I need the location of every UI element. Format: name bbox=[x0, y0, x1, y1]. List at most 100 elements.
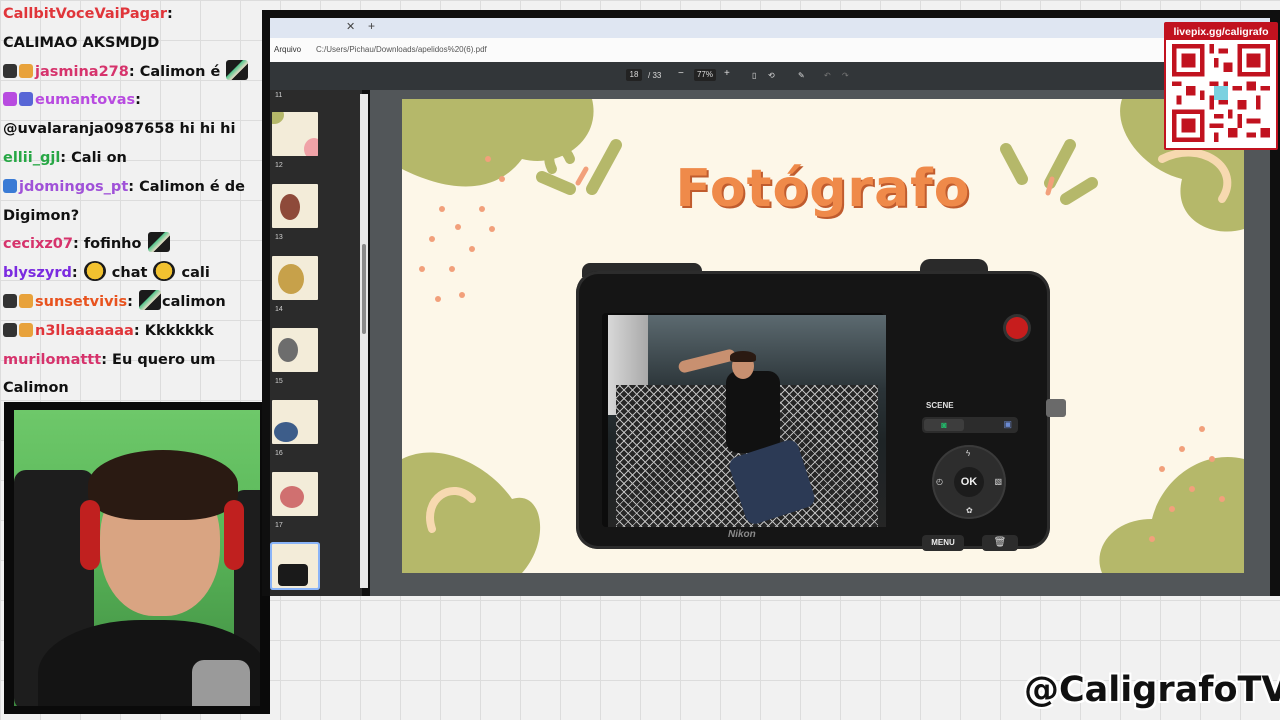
webcam-feed bbox=[4, 402, 270, 714]
chat-username: jdomingos_pt bbox=[19, 178, 129, 195]
draw-icon[interactable]: ✎ bbox=[798, 71, 805, 80]
badge-icon bbox=[19, 63, 33, 78]
tab-bar: ✕ + bbox=[270, 18, 1270, 38]
chat-overlay: CallbitVoceVaiPagar: CALIMAO AKSMDJD jas… bbox=[0, 0, 262, 400]
scene-label: SCENE bbox=[926, 401, 954, 410]
scrollbar-thumb[interactable] bbox=[362, 244, 366, 334]
address-bar[interactable]: Arquivo C:/Users/Pichau/Downloads/apelid… bbox=[270, 38, 1270, 63]
chat-message: Eu quero um bbox=[112, 351, 216, 368]
camera-strap-lug bbox=[1046, 399, 1066, 417]
ok-button: OK bbox=[954, 467, 984, 497]
thumbnail-page-number: 15 bbox=[275, 378, 283, 385]
badge-icon bbox=[19, 92, 33, 107]
page-thumbnail-active[interactable] bbox=[272, 544, 318, 588]
chat-message: calimon bbox=[162, 293, 226, 310]
video-mode-icon: ▣ bbox=[1003, 419, 1012, 429]
badge-icon bbox=[3, 322, 17, 337]
photo bbox=[608, 315, 886, 527]
sidebar-scrollbar[interactable] bbox=[360, 94, 368, 588]
chat-line: Calimon bbox=[0, 374, 262, 400]
page-thumbnail[interactable] bbox=[272, 328, 318, 372]
microphone-icon bbox=[192, 660, 250, 706]
badge-icon bbox=[19, 293, 33, 308]
thumbnail-page-number: 17 bbox=[275, 522, 283, 529]
qr-url: livepix.gg/caligrafo bbox=[1166, 24, 1276, 40]
chat-username: jasmina278 bbox=[35, 63, 129, 80]
channel-watermark: @CaligrafoTV bbox=[1024, 670, 1280, 710]
address-bar-label: Arquivo bbox=[274, 45, 302, 54]
zoom-in-button[interactable]: + bbox=[724, 68, 730, 79]
new-tab-icon[interactable]: + bbox=[368, 19, 375, 33]
undo-icon[interactable]: ↶ bbox=[824, 71, 831, 80]
person-arm bbox=[677, 348, 737, 374]
chat-username: CallbitVoceVaiPagar bbox=[3, 6, 167, 22]
chat-line: @uvalaranja0987658 hi hi hi bbox=[0, 115, 262, 144]
page-thumbnail[interactable] bbox=[272, 112, 318, 156]
chat-username: ellii_gjl bbox=[3, 149, 61, 166]
thumbnail-page-number: 11 bbox=[275, 92, 283, 99]
chat-message: chat bbox=[111, 265, 148, 282]
chat-line: sunsetvivis: calimon bbox=[0, 288, 262, 317]
webcam-image bbox=[14, 410, 260, 706]
camera-control-panel: SCENE ◙ ▣ ϟ ◴ ▧ ✿ OK MENU 🗑 bbox=[902, 295, 1042, 551]
trash-icon: 🗑 bbox=[982, 535, 1018, 551]
chat-line: ellii_gjl: Cali on bbox=[3, 149, 127, 166]
badge-icon bbox=[19, 322, 33, 337]
thumbnail-page-number: 13 bbox=[275, 234, 283, 241]
chat-line: n3llaaaaaaa: Kkkkkkk bbox=[0, 317, 262, 346]
fit-page-icon[interactable]: ▯ bbox=[752, 71, 756, 80]
page-total: / 33 bbox=[648, 71, 662, 80]
redo-icon[interactable]: ↷ bbox=[842, 71, 849, 80]
chat-line: blyszyrd: chat cali bbox=[0, 259, 262, 288]
exposure-icon: ▧ bbox=[994, 477, 1002, 486]
qr-donation-overlay: livepix.gg/caligrafo bbox=[1164, 22, 1278, 150]
chat-username: blyszyrd bbox=[3, 265, 72, 282]
camera-brand: Nikon bbox=[728, 529, 756, 540]
chat-line: CallbitVoceVaiPagar: bbox=[3, 6, 173, 22]
zoom-level[interactable]: 77% bbox=[694, 69, 716, 81]
page-thumbnail[interactable] bbox=[272, 400, 318, 444]
rotate-icon[interactable]: ⟲ bbox=[768, 71, 775, 80]
hand-emote-icon bbox=[147, 232, 170, 253]
macro-icon: ✿ bbox=[966, 506, 973, 515]
chat-message: Digimon? bbox=[3, 207, 80, 224]
chat-message: Kkkkkkk bbox=[144, 322, 214, 339]
chat-username: murilomattt bbox=[3, 351, 102, 368]
page-number-input[interactable]: 18 bbox=[626, 69, 642, 81]
thumbnail-page-number: 12 bbox=[275, 162, 283, 169]
zoom-out-button[interactable]: − bbox=[678, 68, 684, 79]
chat-username: eumantovas bbox=[35, 92, 136, 109]
headset-icon bbox=[224, 500, 244, 570]
camera-illustration: Nikon SCENE ◙ ▣ ϟ ◴ ▧ ✿ OK MENU 🗑 bbox=[576, 271, 1050, 551]
headset-icon bbox=[80, 500, 100, 570]
chat-line: jdomingos_pt: Calimon é de bbox=[0, 173, 262, 202]
flash-icon: ϟ bbox=[966, 449, 971, 458]
badge-icon bbox=[3, 63, 17, 78]
close-icon[interactable]: ✕ bbox=[346, 20, 355, 33]
pdf-toolbar: 18 / 33 − 77% + ▯ ⟲ ✎ ↶ ↷ bbox=[270, 62, 1270, 90]
chat-message: cali bbox=[181, 265, 210, 282]
chat-line: eumantovas: bbox=[0, 86, 262, 115]
chat-message: fofinho bbox=[83, 236, 142, 253]
page-thumbnail[interactable] bbox=[272, 472, 318, 516]
chat-line: cecixz07: fofinho bbox=[0, 230, 262, 259]
chat-line: jasmina278: Calimon é bbox=[0, 58, 262, 87]
chat-message: Calimon bbox=[3, 380, 69, 397]
camera-screen bbox=[602, 313, 886, 527]
page-thumbnail[interactable] bbox=[272, 184, 318, 228]
hand-emote-icon bbox=[226, 59, 249, 80]
chat-message: @uvalaranja0987658 hi hi hi bbox=[3, 121, 236, 138]
heart-badge-icon bbox=[3, 92, 17, 107]
chat-message: Calimon é de bbox=[139, 178, 246, 195]
mode-switch: ◙ ▣ bbox=[922, 417, 1018, 433]
badge-icon bbox=[3, 178, 17, 193]
chat-message: CALIMAO AKSMDJD bbox=[3, 34, 160, 51]
slide-title: Fotógrafo bbox=[675, 159, 971, 219]
address-bar-url[interactable]: C:/Users/Pichau/Downloads/apelidos%20(6)… bbox=[316, 45, 487, 54]
page-thumbnail[interactable] bbox=[272, 256, 318, 300]
chat-username: cecixz07 bbox=[3, 236, 73, 253]
streamer-hair bbox=[88, 450, 238, 520]
thumbnail-sidebar: 11 12 13 14 15 16 17 bbox=[270, 90, 368, 596]
camera-dpad: ϟ ◴ ▧ ✿ OK bbox=[932, 445, 1006, 519]
camera-mode-icon: ◙ bbox=[924, 419, 964, 431]
